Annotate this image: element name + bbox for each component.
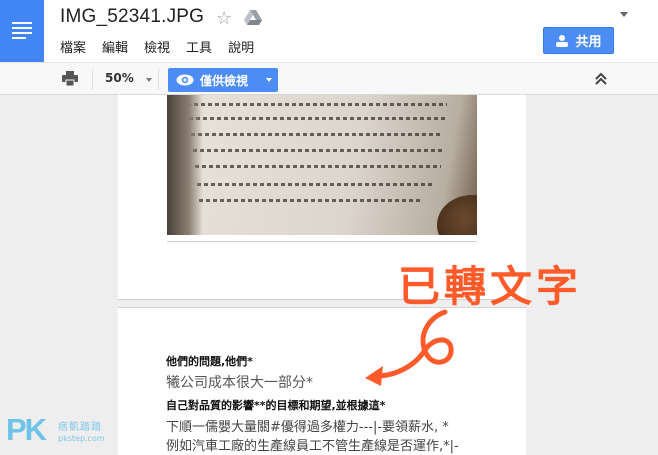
toolbar-divider [92,69,93,90]
view-mode-button[interactable]: 僅供檢視 [168,68,278,92]
ocr-line: 自己對品質的影響**的目標和期望,並根據這* [166,399,386,412]
annotation-arrow-icon [365,309,454,386]
collapse-toolbar-icon[interactable] [594,72,608,86]
zoom-caret-icon[interactable] [146,78,152,82]
toolbar: 50% 僅供檢視 [0,62,658,95]
docs-home-icon[interactable] [0,0,44,62]
view-mode-label: 僅供檢視 [200,73,249,88]
share-button[interactable]: 共用 [543,27,614,54]
account-caret-icon[interactable] [620,12,628,17]
menu-help[interactable]: 說明 [228,37,254,56]
ocr-line: 他們的問題,他們* [166,355,253,368]
share-label: 共用 [575,35,602,50]
menu-tools[interactable]: 工具 [186,37,212,56]
scanned-photo [167,95,477,235]
watermark-url: pkstep.com [58,434,105,443]
mode-caret-icon [266,78,272,82]
star-icon[interactable]: ☆ [216,8,232,29]
menu-bar: 檔案 編輯 檢視 工具 說明 [60,37,270,56]
eye-icon [176,74,194,86]
zoom-select[interactable]: 50% [105,71,134,85]
app-header: IMG_52341.JPG ☆ 檔案 編輯 檢視 工具 說明 共用 [0,0,658,62]
person-icon [556,34,569,47]
document-title[interactable]: IMG_52341.JPG [60,6,204,28]
watermark-mark: PK [6,412,47,447]
move-to-folder-icon[interactable] [244,10,262,26]
watermark-logo: PK 痞凱踏踏 pkstep.com [6,412,116,452]
menu-view[interactable]: 檢視 [144,37,170,56]
ocr-line: 例如汽車工廠的生產線員工不管生產線是否運作,*|- [166,439,459,454]
toolbar-divider [158,69,159,90]
ocr-line: 下順一儒嬰大量關#優得過多權力---|-要領薪水, * [166,420,449,435]
watermark-name: 痞凱踏踏 [58,422,102,433]
ocr-line: 犧公司成本很大一部分* [166,375,313,391]
menu-edit[interactable]: 編輯 [102,37,128,56]
print-icon[interactable] [62,71,78,86]
menu-file[interactable]: 檔案 [60,37,86,56]
